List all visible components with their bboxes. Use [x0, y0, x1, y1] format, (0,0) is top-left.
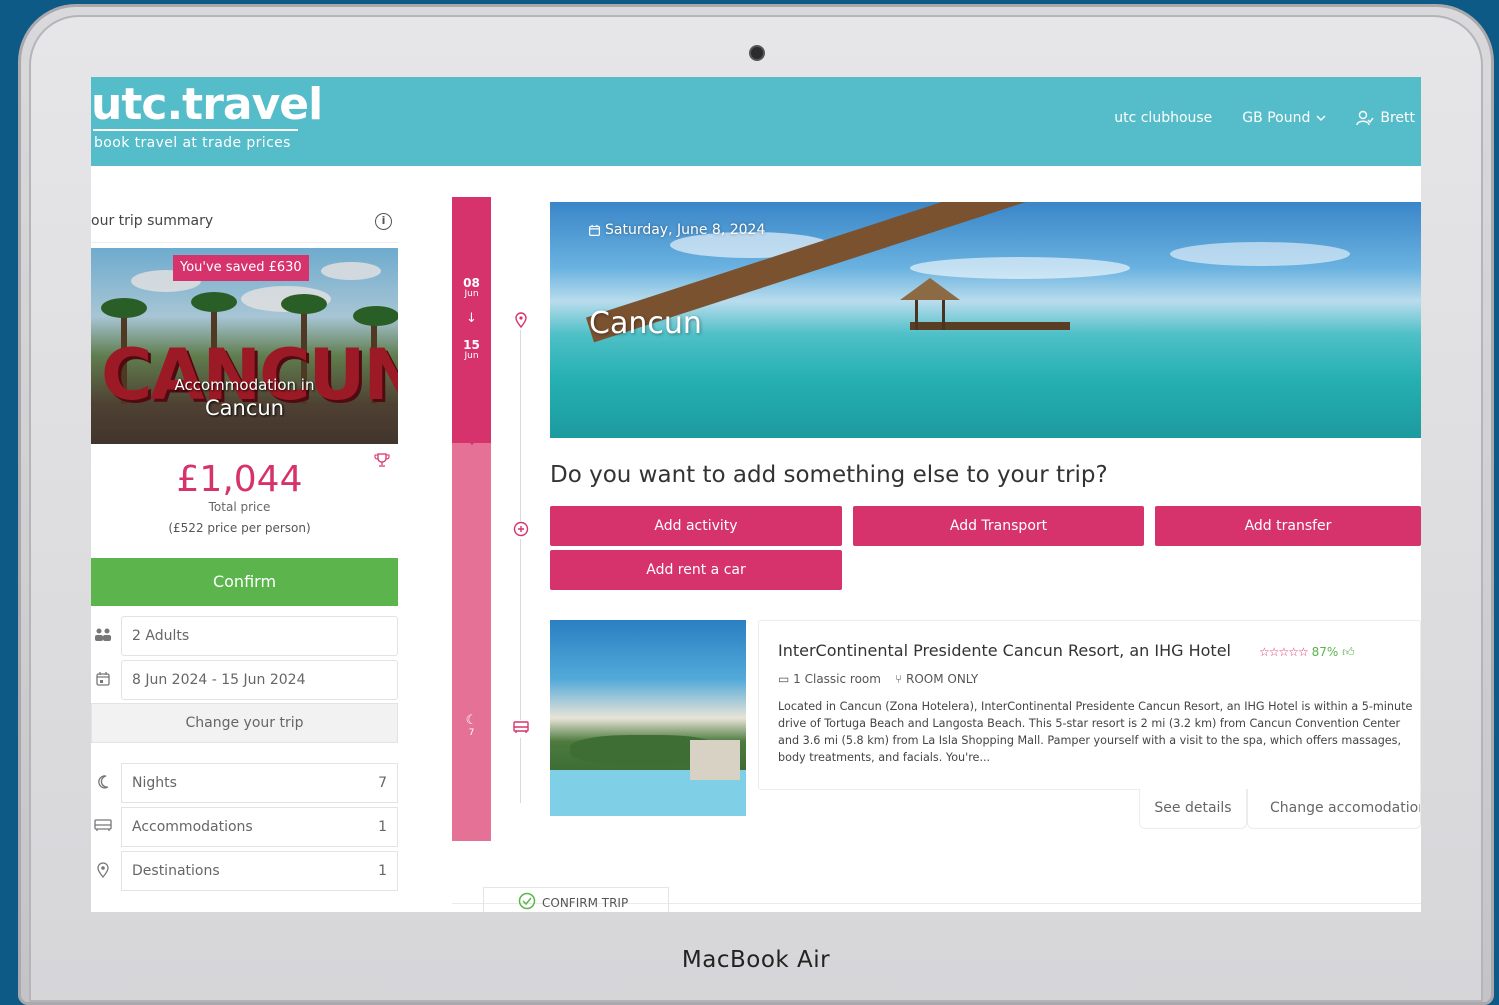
dates-value: 8 Jun 2024 - 15 Jun 2024 — [121, 660, 398, 700]
add-transport-button[interactable]: Add Transport — [853, 506, 1144, 546]
hotel-photo[interactable] — [550, 620, 746, 816]
bed-icon — [94, 818, 112, 836]
trip-summary-header: our trip summary i — [91, 197, 398, 243]
bed-icon: ▭ — [778, 672, 794, 686]
stat-label: Accommodations — [132, 819, 253, 835]
building-shape — [690, 740, 740, 780]
room-info: ▭ 1 Classic room — [778, 672, 881, 686]
stat-box: Accommodations 1 — [121, 807, 398, 847]
check-circle-icon — [518, 892, 536, 912]
stat-row-destinations: Destinations 1 — [91, 851, 398, 891]
hero-card-city: Cancun — [204, 396, 284, 420]
hotel-score: 87% — [1311, 645, 1339, 659]
timeline-end-day: 15 — [463, 338, 480, 352]
stat-label: Nights — [132, 775, 177, 791]
map-pin-icon — [512, 312, 530, 330]
info-icon[interactable]: i — [375, 213, 392, 230]
user-name: Brett — [1380, 110, 1415, 126]
travellers-field[interactable]: 2 Adults — [91, 616, 398, 656]
stat-value: 1 — [378, 819, 387, 835]
add-more-question: Do you want to add something else to you… — [550, 462, 1108, 488]
timeline-notch — [464, 437, 480, 445]
price-per-person: (£522 price per person) — [168, 521, 311, 535]
thumbs-up-icon: 👍︎ — [1342, 645, 1355, 659]
nav-clubhouse-label: utc clubhouse — [1114, 110, 1213, 126]
board-text: ROOM ONLY — [905, 672, 979, 686]
confirm-trip-tab[interactable]: CONFIRM TRIP — [483, 887, 669, 912]
cloud-shape — [1170, 242, 1350, 266]
add-activity-button[interactable]: Add activity — [550, 506, 842, 546]
trip-summary-panel: our trip summary i CANCUN You've saved £… — [91, 197, 398, 912]
hotel-name[interactable]: InterContinental Presidente Cancun Resor… — [778, 641, 1231, 660]
calendar-icon — [94, 671, 112, 689]
moon-icon — [94, 774, 112, 792]
change-trip-button[interactable]: Change your trip — [91, 703, 398, 743]
stat-box: Nights 7 — [121, 763, 398, 803]
hotel-description: Located in Cancun (Zona Hotelera), Inter… — [778, 700, 1413, 764]
change-accommodation-button[interactable]: Change accomodation — [1247, 789, 1421, 829]
nav-clubhouse-link[interactable]: utc clubhouse — [1114, 110, 1212, 126]
logo-underline — [93, 129, 298, 131]
hero-card-label: Accommodation in — [174, 376, 315, 394]
see-details-button[interactable]: See details — [1139, 789, 1247, 829]
savings-badge: You've saved £630 — [173, 255, 309, 281]
confirm-button[interactable]: Confirm — [91, 558, 398, 606]
travellers-value: 2 Adults — [121, 616, 398, 656]
site-tagline: book travel at trade prices — [94, 135, 291, 151]
moon-icon: ☾ — [465, 713, 478, 728]
timeline-nights: 7 — [468, 728, 475, 738]
stat-row-accommodations: Accommodations 1 — [91, 807, 398, 847]
stat-label: Destinations — [132, 863, 220, 879]
hut-posts — [915, 300, 945, 330]
add-rent-a-car-button[interactable]: Add rent a car — [550, 550, 842, 590]
people-icon — [94, 627, 112, 645]
timeline-bar — [452, 443, 491, 841]
user-icon — [1356, 110, 1374, 126]
star-rating-icon: ☆☆☆☆☆ — [1259, 645, 1309, 659]
timeline-start-month: Jun — [464, 289, 479, 299]
destination-banner: Saturday, June 8, 2024 Cancun — [550, 202, 1421, 438]
bed-icon — [512, 720, 530, 738]
cloud-shape — [910, 257, 1130, 279]
device-label: MacBook Air — [681, 947, 831, 973]
hotel-meta: ▭ 1 Classic room ⑂ ROOM ONLY — [778, 672, 978, 686]
header-nav: utc clubhouse GB Pound Brett — [1114, 110, 1415, 126]
add-transfer-button[interactable]: Add transfer — [1155, 506, 1421, 546]
cutlery-icon: ⑂ — [894, 672, 906, 686]
stat-value: 1 — [378, 863, 387, 879]
confirm-trip-label: CONFIRM TRIP — [542, 895, 629, 910]
camera-icon — [749, 45, 765, 61]
trip-summary-title: our trip summary — [91, 213, 214, 229]
arrow-down-icon: ↓ — [466, 311, 477, 326]
map-pin-icon — [94, 862, 112, 880]
currency-selector[interactable]: GB Pound — [1242, 110, 1326, 126]
currency-label: GB Pound — [1242, 110, 1311, 126]
site-logo[interactable]: utc.travel — [91, 79, 323, 130]
banner-date: Saturday, June 8, 2024 — [588, 222, 765, 238]
board-info: ⑂ ROOM ONLY — [895, 672, 978, 686]
total-price-label: Total price — [208, 500, 271, 514]
total-price: £1,044 — [176, 459, 303, 500]
stat-row-nights: Nights 7 — [91, 763, 398, 803]
timeline-end-month: Jun — [464, 351, 479, 361]
browser-screen: utc.travel book travel at trade prices u… — [91, 77, 1421, 912]
hotel-card: InterContinental Presidente Cancun Resor… — [758, 620, 1421, 790]
chevron-down-icon — [1316, 114, 1326, 122]
banner-date-text: Saturday, June 8, 2024 — [605, 222, 766, 238]
room-text: 1 Classic room — [793, 672, 881, 686]
stat-value: 7 — [378, 775, 387, 791]
user-menu[interactable]: Brett — [1356, 110, 1415, 126]
banner-city: Cancun — [589, 306, 702, 341]
timeline-start-day: 08 — [463, 276, 480, 290]
add-circle-icon[interactable] — [512, 521, 530, 539]
stat-box: Destinations 1 — [121, 851, 398, 891]
accommodation-hero-card[interactable]: CANCUN You've saved £630 Accommodation i… — [91, 248, 398, 444]
hut-roof — [900, 278, 960, 300]
site-header: utc.travel book travel at trade prices u… — [91, 77, 1421, 166]
hotel-rating: ☆☆☆☆☆ 87% 👍︎ — [1259, 645, 1355, 660]
calendar-icon — [589, 224, 600, 236]
dates-field[interactable]: 8 Jun 2024 - 15 Jun 2024 — [91, 660, 398, 700]
